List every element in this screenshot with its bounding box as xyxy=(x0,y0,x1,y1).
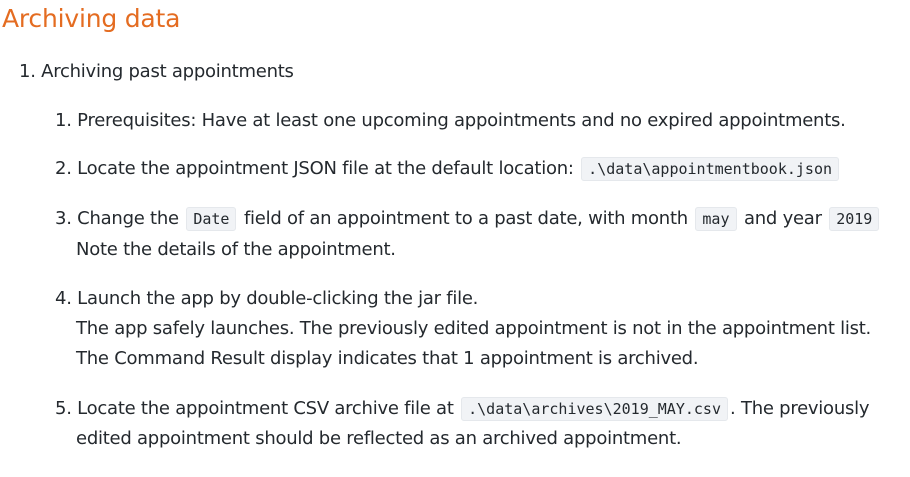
step-3-code-year: 2019 xyxy=(829,207,880,231)
step-3-code-month: may xyxy=(695,207,737,231)
step-3-text-b: field of an appointment to a past date, … xyxy=(243,208,688,229)
step-1: 1. Prerequisites: Have at least one upco… xyxy=(55,106,846,136)
step-4-line-3: The Command Result display indicates tha… xyxy=(76,348,699,369)
step-3-note: Note the details of the appointment. xyxy=(76,239,396,260)
step-2: 2. Locate the appointment JSON file at t… xyxy=(55,154,841,184)
step-2-code-path: .\data\appointmentbook.json xyxy=(581,157,840,181)
step-3-text-c: and year xyxy=(743,208,822,229)
step-5-code-path: .\data\archives\2019_MAY.csv xyxy=(461,397,728,421)
step-5-line-2: edited appointment should be reflected a… xyxy=(76,428,682,449)
step-1-text: Prerequisites: Have at least one upcomin… xyxy=(77,110,846,131)
step-4: 4. Launch the app by double-clicking the… xyxy=(55,284,478,314)
step-3-number: 3. xyxy=(55,208,72,229)
section-heading: Archiving data xyxy=(2,4,181,33)
step-3-code-date: Date xyxy=(186,207,237,231)
step-1-number: 1. xyxy=(55,110,72,131)
step-4-number: 4. xyxy=(55,288,72,309)
step-2-number: 2. xyxy=(55,158,72,179)
step-3-text-a: Change the xyxy=(77,208,179,229)
step-5-number: 5. xyxy=(55,398,72,419)
step-5-text-b: . The previously xyxy=(730,398,870,419)
step-3: 3. Change the Date field of an appointme… xyxy=(55,204,881,234)
outer-list-number: 1. xyxy=(19,61,36,82)
outer-list-text: Archiving past appointments xyxy=(41,61,294,82)
step-4-line-1: Launch the app by double-clicking the ja… xyxy=(77,288,479,309)
step-2-text: Locate the appointment JSON file at the … xyxy=(77,158,574,179)
step-4-line-2: The app safely launches. The previously … xyxy=(76,318,872,339)
outer-list-item: 1. Archiving past appointments xyxy=(19,57,294,87)
step-5-text-a: Locate the appointment CSV archive file … xyxy=(77,398,454,419)
step-5: 5. Locate the appointment CSV archive fi… xyxy=(55,394,870,424)
